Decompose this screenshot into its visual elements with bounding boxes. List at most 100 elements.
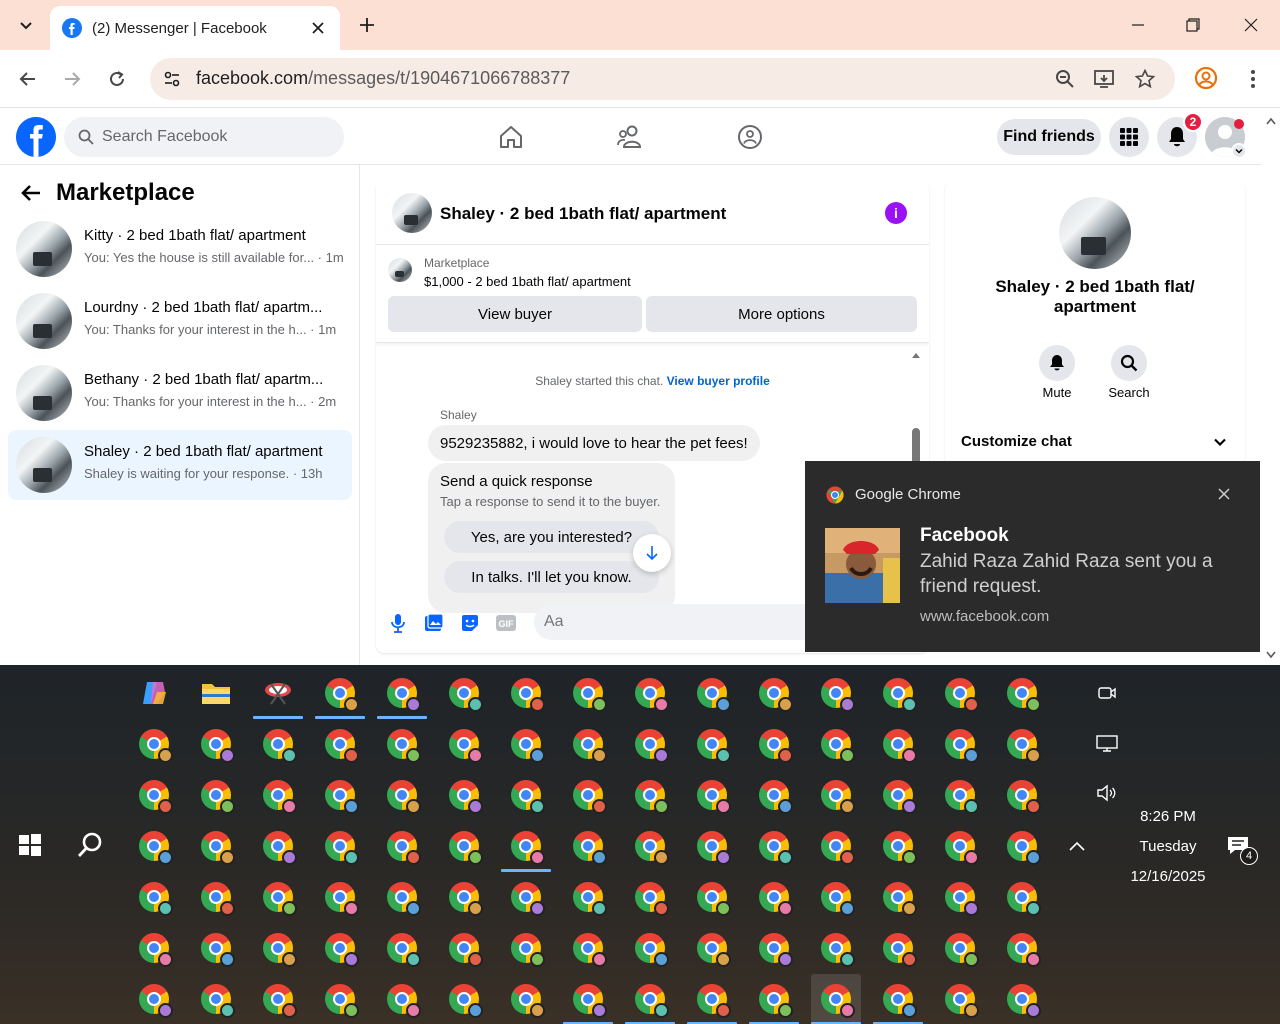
chrome-profile-app-icon[interactable]: [501, 770, 551, 820]
chrome-profile-app-icon[interactable]: [749, 668, 799, 718]
chrome-profile-app-icon[interactable]: [501, 872, 551, 922]
chrome-profile-app-icon[interactable]: [253, 821, 303, 871]
snipping-tool-app-icon[interactable]: [253, 668, 303, 719]
chrome-profile-app-icon[interactable]: [315, 872, 365, 922]
reload-button[interactable]: [100, 62, 134, 96]
chrome-profile-app-icon[interactable]: [315, 821, 365, 871]
chrome-profile-app-icon[interactable]: [811, 770, 861, 820]
chrome-profile-app-icon[interactable]: [873, 872, 923, 922]
chrome-profile-app-icon[interactable]: [377, 770, 427, 820]
chrome-profile-app-icon[interactable]: [563, 821, 613, 871]
site-info-icon[interactable]: [160, 67, 184, 91]
chrome-profile-app-icon[interactable]: [439, 821, 489, 871]
chevron-up-icon[interactable]: [1065, 834, 1089, 858]
chrome-profile-app-icon[interactable]: [873, 719, 923, 769]
photo-icon[interactable]: [422, 611, 446, 635]
chrome-profile-app-icon[interactable]: [563, 668, 613, 718]
chrome-profile-app-icon[interactable]: [811, 668, 861, 718]
chrome-profile-app-icon[interactable]: [687, 770, 737, 820]
chrome-profile-app-icon[interactable]: [687, 668, 737, 718]
chrome-profile-app-icon[interactable]: [935, 770, 985, 820]
chrome-profile-app-icon[interactable]: [935, 974, 985, 1024]
chrome-profile-icon[interactable]: [1194, 66, 1220, 92]
chrome-profile-app-icon[interactable]: [439, 923, 489, 973]
chrome-profile-app-icon[interactable]: [191, 719, 241, 769]
more-options-button[interactable]: More options: [646, 296, 917, 332]
chrome-profile-app-icon[interactable]: [997, 821, 1047, 871]
bookmark-star-icon[interactable]: [1133, 67, 1157, 91]
chrome-profile-app-icon[interactable]: [749, 923, 799, 973]
chrome-profile-app-icon[interactable]: [749, 974, 799, 1024]
groups-nav[interactable]: [734, 121, 766, 153]
friends-nav[interactable]: [615, 121, 647, 153]
chrome-profile-app-icon[interactable]: [873, 668, 923, 718]
listing-price[interactable]: $1,000 - 2 bed 1bath flat/ apartment: [424, 274, 631, 289]
chrome-profile-app-icon[interactable]: [563, 974, 613, 1024]
chrome-profile-app-icon[interactable]: [191, 821, 241, 871]
chrome-profile-app-icon[interactable]: [811, 821, 861, 871]
chrome-profile-app-icon[interactable]: [129, 872, 179, 922]
chrome-profile-app-icon[interactable]: [687, 821, 737, 871]
chrome-profile-app-icon[interactable]: [191, 770, 241, 820]
search-icon[interactable]: [76, 831, 104, 859]
scroll-to-bottom-button[interactable]: [633, 534, 671, 572]
chrome-profile-app-icon[interactable]: [501, 923, 551, 973]
listing-thumbnail[interactable]: [1059, 197, 1131, 269]
chrome-profile-app-icon[interactable]: [749, 770, 799, 820]
chrome-profile-app-icon[interactable]: [997, 974, 1047, 1024]
chrome-profile-app-icon[interactable]: [253, 770, 303, 820]
chrome-profile-app-icon[interactable]: [501, 668, 551, 718]
chrome-menu-icon[interactable]: [1240, 66, 1266, 92]
chrome-profile-app-icon[interactable]: [811, 719, 861, 769]
chevron-down-icon[interactable]: [1213, 435, 1229, 451]
chrome-profile-app-icon[interactable]: [811, 923, 861, 973]
new-tab-button[interactable]: [354, 12, 380, 38]
conversation-item-active[interactable]: Shaley · 2 bed 1bath flat/ apartment Sha…: [8, 430, 352, 500]
tab-messenger[interactable]: (2) Messenger | Facebook: [50, 6, 340, 50]
chrome-profile-app-icon[interactable]: [563, 770, 613, 820]
chrome-profile-app-icon[interactable]: [749, 872, 799, 922]
tab-close-icon[interactable]: [308, 18, 328, 38]
view-buyer-profile-link[interactable]: View buyer profile: [667, 374, 770, 388]
zoom-icon[interactable]: [1053, 67, 1077, 91]
chrome-profile-app-icon[interactable]: [315, 719, 365, 769]
chrome-profile-app-icon[interactable]: [377, 668, 427, 719]
chrome-profile-app-icon[interactable]: [191, 872, 241, 922]
chrome-profile-app-icon[interactable]: [625, 719, 675, 769]
clock-day[interactable]: Tuesday: [1118, 838, 1218, 855]
chrome-profile-app-icon[interactable]: [315, 923, 365, 973]
search-action[interactable]: Search: [1099, 345, 1159, 400]
info-icon[interactable]: i: [885, 202, 907, 224]
page-scrollbar[interactable]: [1262, 109, 1280, 665]
volume-tray-icon[interactable]: [1095, 781, 1119, 805]
copilot-app-icon[interactable]: [129, 668, 179, 718]
chrome-profile-app-icon[interactable]: [935, 872, 985, 922]
quick-response-option[interactable]: Yes, are you interested?: [444, 521, 659, 553]
microphone-icon[interactable]: [386, 611, 410, 635]
chrome-profile-app-icon[interactable]: [811, 872, 861, 922]
chrome-profile-app-icon[interactable]: [625, 872, 675, 922]
find-friends-button[interactable]: Find friends: [997, 119, 1101, 155]
chrome-profile-app-icon[interactable]: [749, 719, 799, 769]
chrome-profile-app-icon[interactable]: [129, 770, 179, 820]
chrome-profile-app-icon[interactable]: [935, 668, 985, 718]
chrome-notification-toast[interactable]: Google Chrome Facebook Zahid Raza Zahid …: [805, 461, 1260, 652]
chrome-profile-app-icon[interactable]: [687, 872, 737, 922]
chrome-profile-app-icon[interactable]: [563, 923, 613, 973]
view-buyer-button[interactable]: View buyer: [388, 296, 642, 332]
chrome-profile-app-icon[interactable]: [997, 770, 1047, 820]
quick-response-option[interactable]: In talks. I'll let you know.: [444, 561, 659, 593]
chrome-profile-app-icon[interactable]: [315, 974, 365, 1024]
chrome-profile-app-icon[interactable]: [935, 719, 985, 769]
chrome-profile-app-icon[interactable]: [377, 719, 427, 769]
windows-start-icon[interactable]: [18, 833, 42, 857]
chrome-profile-app-icon[interactable]: [873, 770, 923, 820]
chrome-profile-app-icon[interactable]: [997, 872, 1047, 922]
chat-title[interactable]: Shaley · 2 bed 1bath flat/ apartment: [440, 204, 726, 224]
chrome-profile-app-icon[interactable]: [873, 974, 923, 1024]
chrome-profile-app-icon[interactable]: [501, 719, 551, 769]
chrome-profile-app-icon[interactable]: [129, 974, 179, 1024]
chrome-profile-app-icon[interactable]: [501, 821, 551, 872]
close-window-button[interactable]: [1233, 8, 1269, 42]
chrome-profile-app-icon[interactable]: [191, 974, 241, 1024]
